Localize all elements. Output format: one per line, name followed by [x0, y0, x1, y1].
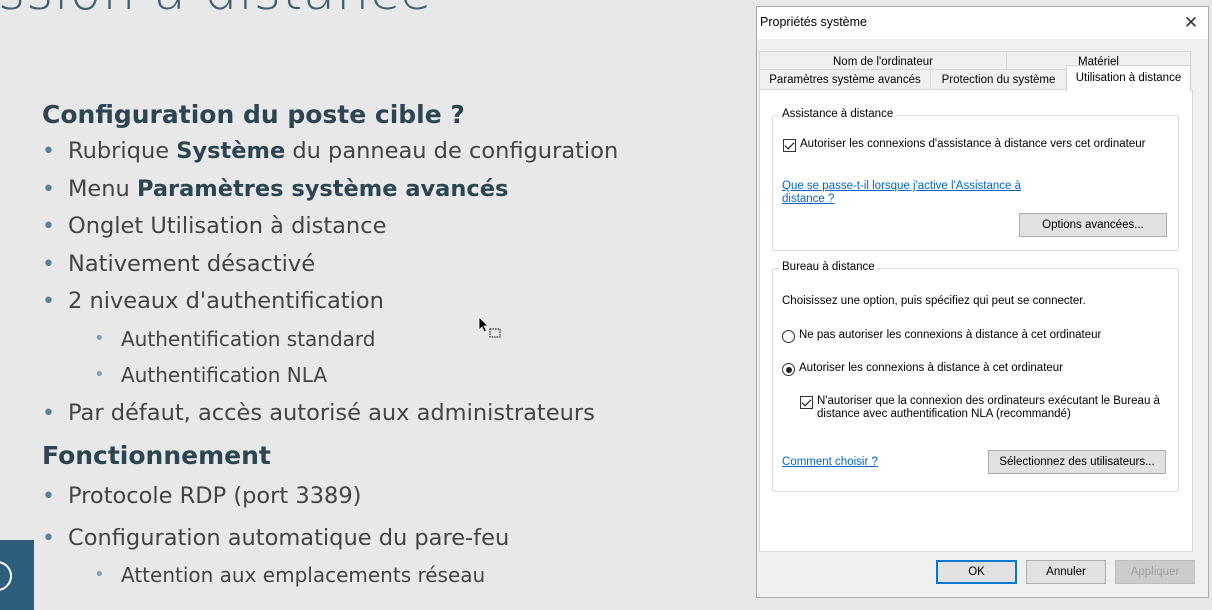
- ok-button[interactable]: OK: [936, 560, 1017, 584]
- allow-assistance-checkbox[interactable]: [783, 139, 796, 152]
- fonctionnement-bullet-list: Protocole RDP (port 3389) Configuration …: [42, 478, 722, 593]
- bullet-desactive: Nativement désactivé: [42, 246, 722, 284]
- radio-allow-remote[interactable]: [782, 363, 795, 376]
- advanced-options-button[interactable]: Options avancées...: [1019, 213, 1167, 237]
- select-users-button[interactable]: Sélectionnez des utilisateurs...: [988, 450, 1166, 474]
- bullet-menu: Menu Paramètres système avancés: [42, 171, 722, 209]
- remote-assistance-group: Assistance à distance Autoriser les conn…: [772, 108, 1179, 251]
- section-heading-fonctionnement: Fonctionnement: [42, 441, 271, 470]
- nla-only-label[interactable]: N'autoriser que la connexion des ordinat…: [817, 395, 1167, 421]
- bullet-firewall: Configuration automatique du pare-feu: [42, 520, 722, 558]
- tab-label: Paramètres système avancés: [769, 74, 921, 86]
- tab-advanced-settings[interactable]: Paramètres système avancés: [759, 69, 931, 90]
- config-bullet-list: Rubrique Système du panneau de configura…: [42, 133, 722, 432]
- apply-button[interactable]: Appliquer: [1115, 560, 1195, 584]
- dialog-title: Propriétés système: [760, 15, 867, 29]
- remote-assistance-group-label: Assistance à distance: [779, 108, 897, 120]
- checkmark-icon: [801, 396, 812, 407]
- tab-label: Utilisation à distance: [1075, 72, 1182, 84]
- sub-bullet-auth-nla: Authentification NLA: [42, 357, 722, 393]
- sub-bullet-auth-standard: Authentification standard: [42, 321, 722, 357]
- remote-desktop-group: Bureau à distance Choisissez une option,…: [772, 261, 1179, 492]
- system-properties-dialog: Propriétés système ✕ Nom de l'ordinateur…: [756, 6, 1209, 598]
- radio-disallow-remote[interactable]: [782, 330, 795, 343]
- assistance-help-link-text: Que se passe-t-il lorsque j'active l'Ass…: [782, 180, 1021, 205]
- section-heading-config: Configuration du poste cible ?: [42, 100, 465, 129]
- tab-label: Protection du système: [941, 74, 1056, 86]
- slide-title: ssion à distance: [0, 0, 433, 22]
- remote-desktop-instruction: Choisissez une option, puis spécifiez qu…: [782, 295, 1086, 307]
- bullet-onglet: Onglet Utilisation à distance: [42, 208, 722, 246]
- dialog-titlebar[interactable]: Propriétés système ✕: [757, 7, 1208, 39]
- how-to-choose-link[interactable]: Comment choisir ?: [782, 456, 878, 468]
- allow-assistance-label[interactable]: Autoriser les connexions d'assistance à …: [800, 138, 1145, 150]
- bullet-rdp: Protocole RDP (port 3389): [42, 478, 722, 516]
- bullet-rubrique: Rubrique Système du panneau de configura…: [42, 133, 722, 171]
- assistance-help-link[interactable]: Que se passe-t-il lorsque j'active l'Ass…: [782, 180, 1042, 206]
- mouse-pointer-icon: [478, 316, 501, 338]
- tab-computer-name[interactable]: Nom de l'ordinateur: [759, 51, 1007, 71]
- radio-selected-dot: [785, 366, 792, 373]
- nla-only-checkbox[interactable]: [800, 396, 813, 409]
- tab-remote-use[interactable]: Utilisation à distance: [1066, 65, 1191, 91]
- slide-content: Configuration du poste cible ? Rubrique …: [42, 97, 722, 593]
- slide-logo: i: [0, 540, 34, 610]
- remote-tab-panel: Assistance à distance Autoriser les conn…: [759, 89, 1193, 552]
- checkmark-icon: [784, 139, 795, 150]
- remote-desktop-group-label: Bureau à distance: [779, 261, 878, 273]
- tab-label: Nom de l'ordinateur: [833, 56, 933, 68]
- tab-system-protection[interactable]: Protection du système: [930, 69, 1067, 90]
- sub-bullet-network-locations: Attention aux emplacements réseau: [42, 557, 722, 593]
- info-icon: i: [0, 561, 12, 591]
- radio-allow-remote-label[interactable]: Autoriser les connexions à distance à ce…: [799, 362, 1063, 374]
- bullet-default-access: Par défaut, accès autorisé aux administr…: [42, 395, 722, 433]
- bullet-auth-levels: 2 niveaux d'authentification: [42, 283, 722, 321]
- cancel-button[interactable]: Annuler: [1026, 560, 1106, 584]
- close-icon[interactable]: ✕: [1178, 10, 1204, 36]
- radio-disallow-remote-label[interactable]: Ne pas autoriser les connexions à distan…: [799, 329, 1101, 341]
